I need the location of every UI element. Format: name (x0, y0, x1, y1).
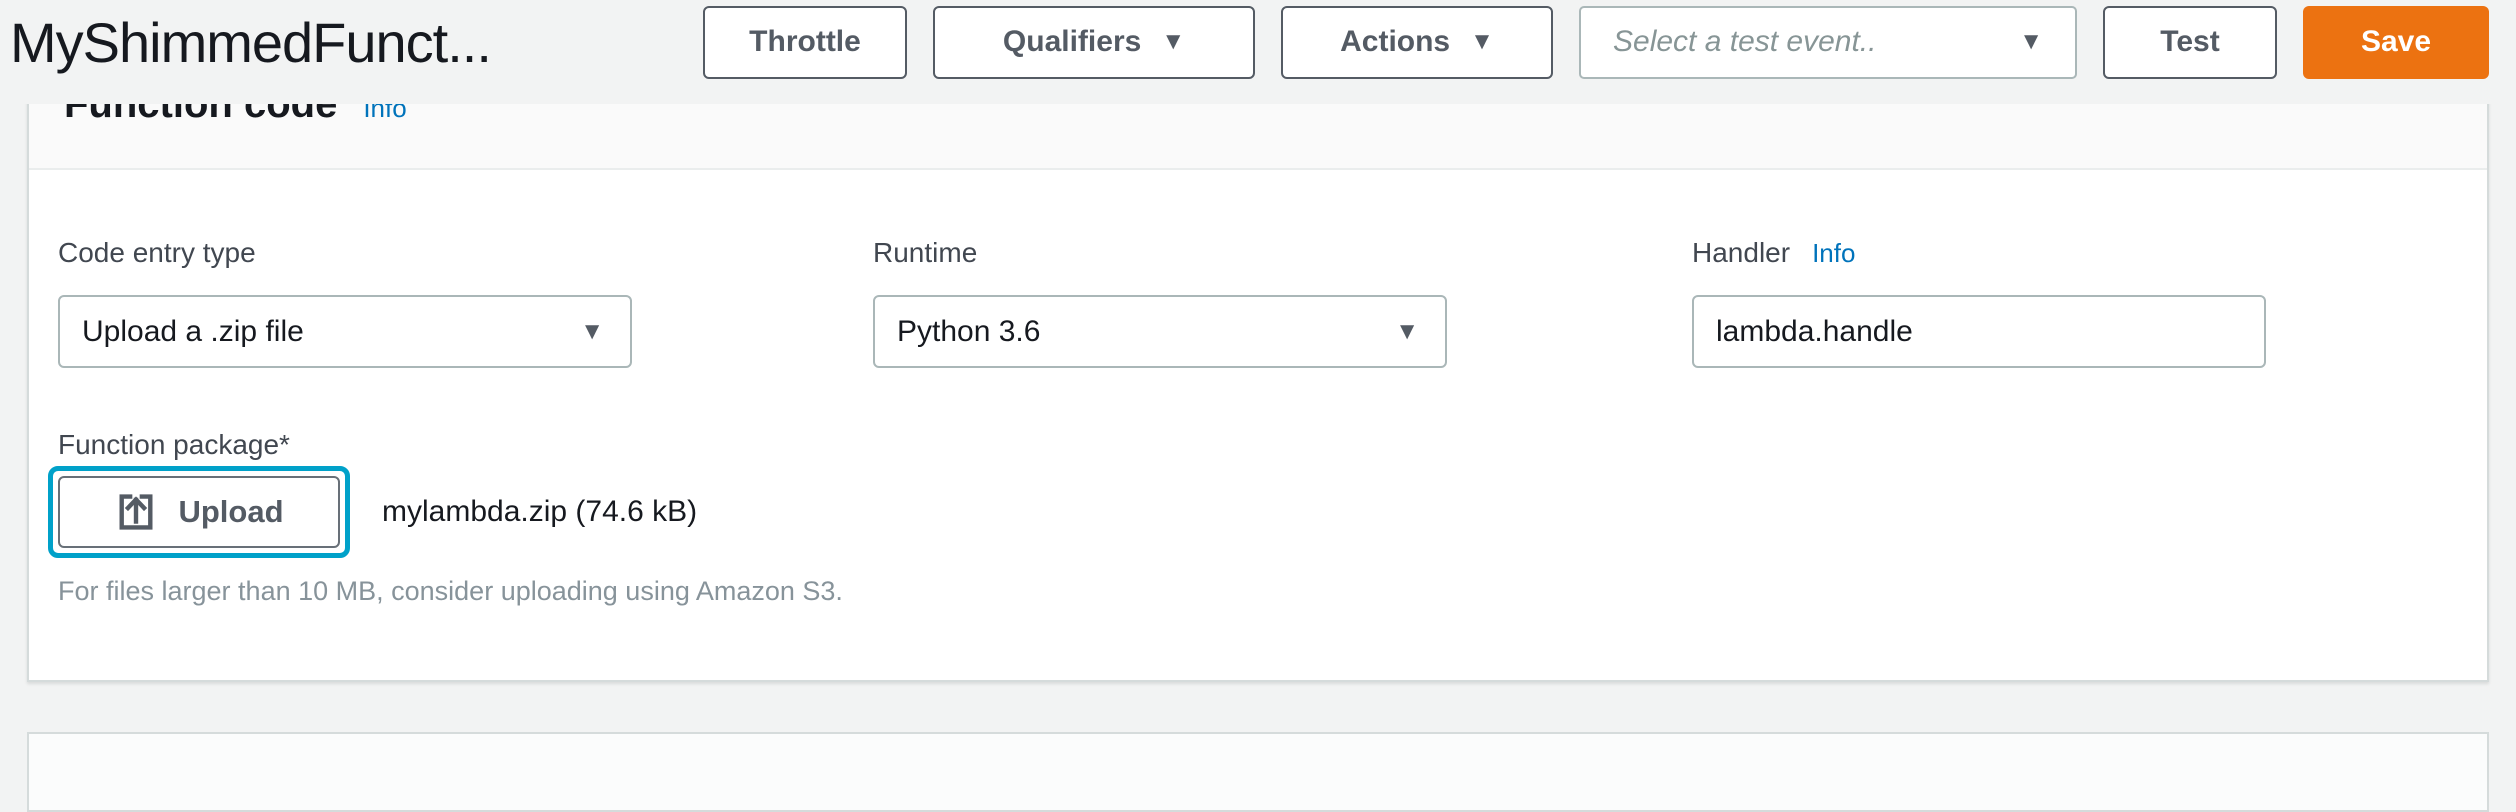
upload-button[interactable]: Upload (58, 476, 340, 548)
code-entry-type-label: Code entry type (58, 238, 632, 268)
runtime-select[interactable]: Python 3.6 ▼ (873, 295, 1447, 368)
save-button[interactable]: Save (2303, 6, 2489, 79)
upload-helper-text: For files larger than 10 MB, consider up… (58, 576, 843, 607)
handler-input[interactable] (1692, 295, 2266, 368)
runtime-value: Python 3.6 (897, 315, 1040, 349)
test-button-label: Test (2160, 25, 2219, 59)
qualifiers-button[interactable]: Qualifiers ▼ (933, 6, 1255, 79)
actions-button-label: Actions (1340, 25, 1450, 59)
caret-down-icon: ▼ (1161, 30, 1185, 54)
throttle-button-label: Throttle (749, 25, 861, 59)
header-actions: Throttle Qualifiers ▼ Actions ▼ Select a… (703, 6, 2489, 79)
test-event-placeholder: Select a test event.. (1613, 25, 1876, 59)
upload-button-focus-ring: Upload (48, 466, 350, 558)
function-code-panel-body: Code entry type Upload a .zip file ▼ Run… (29, 170, 2487, 678)
page-header: MyShimmedFunct... Throttle Qualifiers ▼ … (0, 0, 2516, 104)
upload-icon (114, 490, 158, 534)
runtime-label: Runtime (873, 238, 1447, 268)
test-button[interactable]: Test (2103, 6, 2277, 79)
page-title: MyShimmedFunct... (10, 10, 491, 75)
function-code-panel: Function codeInfo Code entry type Upload… (27, 56, 2489, 682)
caret-down-icon: ▼ (580, 320, 604, 344)
upload-button-label: Upload (178, 494, 283, 530)
function-package-label: Function package* (58, 430, 290, 460)
runtime-field: Runtime Python 3.6 ▼ (873, 238, 1447, 368)
caret-down-icon: ▼ (2019, 30, 2043, 54)
handler-label: HandlerInfo (1692, 238, 2266, 268)
test-event-select[interactable]: Select a test event.. ▼ (1579, 6, 2077, 79)
next-panel-partial (27, 732, 2489, 812)
actions-button[interactable]: Actions ▼ (1281, 6, 1553, 79)
code-entry-type-value: Upload a .zip file (82, 315, 304, 349)
qualifiers-button-label: Qualifiers (1003, 25, 1141, 59)
code-entry-type-select[interactable]: Upload a .zip file ▼ (58, 295, 632, 368)
save-button-label: Save (2361, 25, 2431, 59)
handler-field: HandlerInfo (1692, 238, 2266, 368)
caret-down-icon: ▼ (1470, 30, 1494, 54)
uploaded-file-info: mylambda.zip (74.6 kB) (382, 495, 697, 529)
caret-down-icon: ▼ (1395, 320, 1419, 344)
handler-info-link[interactable]: Info (1812, 238, 1855, 268)
upload-row: Upload mylambda.zip (74.6 kB) (48, 466, 697, 558)
code-entry-type-field: Code entry type Upload a .zip file ▼ (58, 238, 632, 368)
throttle-button[interactable]: Throttle (703, 6, 907, 79)
